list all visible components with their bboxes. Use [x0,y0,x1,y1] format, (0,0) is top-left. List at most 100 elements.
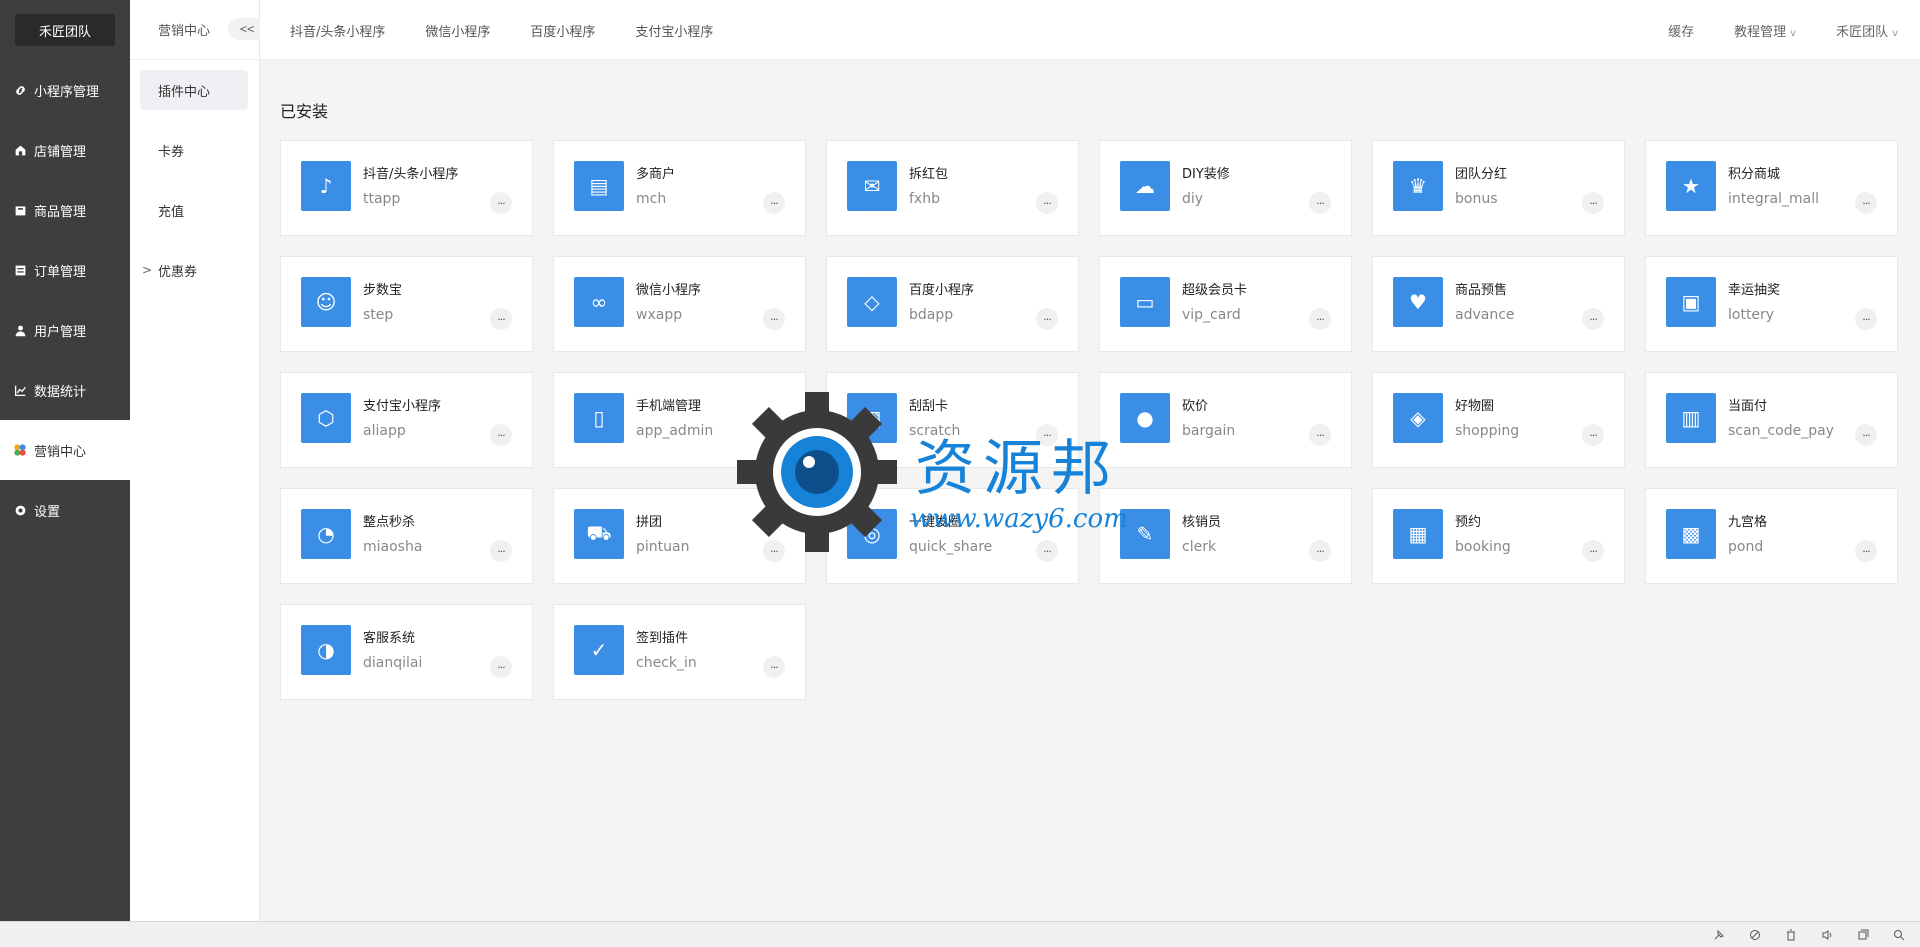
main-nav: 小程序管理 店铺管理 商品管理 订单管理 用户管理 数据统计 营销中心 设置 [0,60,130,540]
plugin-key: bdapp [909,307,954,323]
more-options-button[interactable]: ··· [490,308,512,330]
plugin-card-scan-code-pay[interactable]: ▥ 当面付 scan_code_pay ··· [1645,372,1898,468]
more-options-button[interactable]: ··· [490,656,512,678]
plugin-card-aliapp[interactable]: ⬡ 支付宝小程序 aliapp ··· [280,372,533,468]
plugin-card-check-in[interactable]: ✓ 签到插件 check_in ··· [553,604,806,700]
no-track-icon[interactable] [1746,926,1764,944]
plugin-key: aliapp [363,423,406,439]
sidebar-item-marketing[interactable]: 营销中心 [0,420,130,480]
more-options-button[interactable]: ··· [1855,308,1877,330]
volume-icon[interactable] [1818,926,1836,944]
plugin-icon: ⬡ [301,393,351,443]
chevron-down-icon: v [1892,27,1898,39]
more-options-button[interactable]: ··· [1855,192,1877,214]
more-options-button[interactable]: ··· [1036,308,1058,330]
plugin-card-scratch[interactable]: ▧ 刮刮卡 scratch ··· [826,372,1079,468]
plugin-card-fxhb[interactable]: ✉ 拆红包 fxhb ··· [826,140,1079,236]
plugin-icon: ◇ [847,277,897,327]
more-options-button[interactable]: ··· [1582,192,1604,214]
more-options-button[interactable]: ··· [1036,424,1058,446]
sidebar-item-orders[interactable]: 订单管理 [0,240,130,300]
more-options-button[interactable]: ··· [490,424,512,446]
sub-item-label: 充值 [158,204,185,220]
sidebar-item-stats[interactable]: 数据统计 [0,360,130,420]
more-options-button[interactable]: ··· [1582,308,1604,330]
sidebar-item-label: 数据统计 [34,384,87,400]
sub-item-cards[interactable]: 卡券 [130,120,259,180]
more-options-button[interactable]: ··· [1309,540,1331,562]
sidebar-item-goods[interactable]: 商品管理 [0,180,130,240]
plugin-card-bdapp[interactable]: ◇ 百度小程序 bdapp ··· [826,256,1079,352]
more-options-button[interactable]: ··· [1036,540,1058,562]
sidebar-item-store[interactable]: 店铺管理 [0,120,130,180]
plugin-card-miaosha[interactable]: ◔ 整点秒杀 miaosha ··· [280,488,533,584]
plugin-name: 签到插件 [636,631,689,646]
more-options-button[interactable]: ··· [1855,540,1877,562]
plugin-icon: ▭ [1120,277,1170,327]
more-options-button[interactable]: ··· [490,192,512,214]
plugin-card-integral-mall[interactable]: ★ 积分商城 integral_mall ··· [1645,140,1898,236]
more-options-button[interactable]: ··· [1309,308,1331,330]
sub-item-coupons[interactable]: > 优惠券 [130,240,259,300]
plugin-name: 拼团 [636,515,663,530]
plugin-icon: ▯ [574,393,624,443]
more-options-button[interactable]: ··· [490,540,512,562]
plugin-card-mch[interactable]: ▤ 多商户 mch ··· [553,140,806,236]
trash-icon[interactable] [1782,926,1800,944]
more-options-button[interactable]: ··· [763,308,785,330]
tab-ttapp[interactable]: 抖音/头条小程序 [290,21,385,40]
sidebar-item-settings[interactable]: 设置 [0,480,130,540]
plugin-name: 支付宝小程序 [363,399,442,414]
tab-bdapp[interactable]: 百度小程序 [530,21,595,40]
more-options-button[interactable]: ··· [1309,424,1331,446]
plugin-name: 刮刮卡 [909,399,949,414]
more-options-button[interactable]: ··· [763,540,785,562]
plugin-card-clerk[interactable]: ✎ 核销员 clerk ··· [1099,488,1352,584]
search-icon[interactable] [1890,926,1908,944]
more-options-button[interactable]: ··· [1309,192,1331,214]
account-dropdown[interactable]: 禾匠团队 v [1836,21,1898,40]
plugin-card-booking[interactable]: ▦ 预约 booking ··· [1372,488,1625,584]
plugin-card-lottery[interactable]: ▣ 幸运抽奖 lottery ··· [1645,256,1898,352]
plugin-icon: ▥ [1666,393,1716,443]
pin-icon[interactable] [1710,926,1728,944]
more-options-button[interactable]: ··· [1855,424,1877,446]
tutorial-label: 教程管理 [1734,24,1787,40]
sub-item-recharge[interactable]: 充值 [130,180,259,240]
plugin-card-quick-share[interactable]: ◎ 一键发圈 quick_share ··· [826,488,1079,584]
brand-logo[interactable]: 禾匠团队 [15,14,115,46]
more-options-button[interactable]: ··· [1582,540,1604,562]
more-options-button[interactable]: ··· [763,424,785,446]
more-options-button[interactable]: ··· [1582,424,1604,446]
plugin-card-shopping[interactable]: ◈ 好物圈 shopping ··· [1372,372,1625,468]
plugin-icon: ● [1120,393,1170,443]
plugin-card-step[interactable]: ☺ 步数宝 step ··· [280,256,533,352]
more-options-button[interactable]: ··· [1036,192,1058,214]
plugin-card-diy[interactable]: ☁ DIY装修 diy ··· [1099,140,1352,236]
plugin-card-bargain[interactable]: ● 砍价 bargain ··· [1099,372,1352,468]
sub-item-plugin-center[interactable]: 插件中心 [130,60,259,120]
sidebar-item-users[interactable]: 用户管理 [0,300,130,360]
more-options-button[interactable]: ··· [763,192,785,214]
plugin-card-dianqilai[interactable]: ◑ 客服系统 dianqilai ··· [280,604,533,700]
plugin-card-pintuan[interactable]: ⛟ 拼团 pintuan ··· [553,488,806,584]
plugin-card-pond[interactable]: ▩ 九宫格 pond ··· [1645,488,1898,584]
plugin-card-app-admin[interactable]: ▯ 手机端管理 app_admin ··· [553,372,806,468]
plugin-card-wxapp[interactable]: ∞ 微信小程序 wxapp ··· [553,256,806,352]
marketing-icon [12,442,28,458]
plugin-card-bonus[interactable]: ♛ 团队分红 bonus ··· [1372,140,1625,236]
tab-aliapp[interactable]: 支付宝小程序 [635,21,713,40]
sidebar-item-miniprogram[interactable]: 小程序管理 [0,60,130,120]
cache-button[interactable]: 缓存 [1668,21,1694,40]
main-sidebar: 禾匠团队 小程序管理 店铺管理 商品管理 订单管理 用户管理 数据统计 营销中心 [0,0,130,921]
plugin-card-ttapp[interactable]: ♪ 抖音/头条小程序 ttapp ··· [280,140,533,236]
tutorial-dropdown[interactable]: 教程管理 v [1734,21,1796,40]
sidebar-item-label: 订单管理 [34,264,87,280]
plugin-icon: ♛ [1393,161,1443,211]
plugin-icon: ▣ [1666,277,1716,327]
window-icon[interactable] [1854,926,1872,944]
plugin-card-vip-card[interactable]: ▭ 超级会员卡 vip_card ··· [1099,256,1352,352]
tab-wxapp[interactable]: 微信小程序 [425,21,490,40]
more-options-button[interactable]: ··· [763,656,785,678]
plugin-card-advance[interactable]: ♥ 商品预售 advance ··· [1372,256,1625,352]
